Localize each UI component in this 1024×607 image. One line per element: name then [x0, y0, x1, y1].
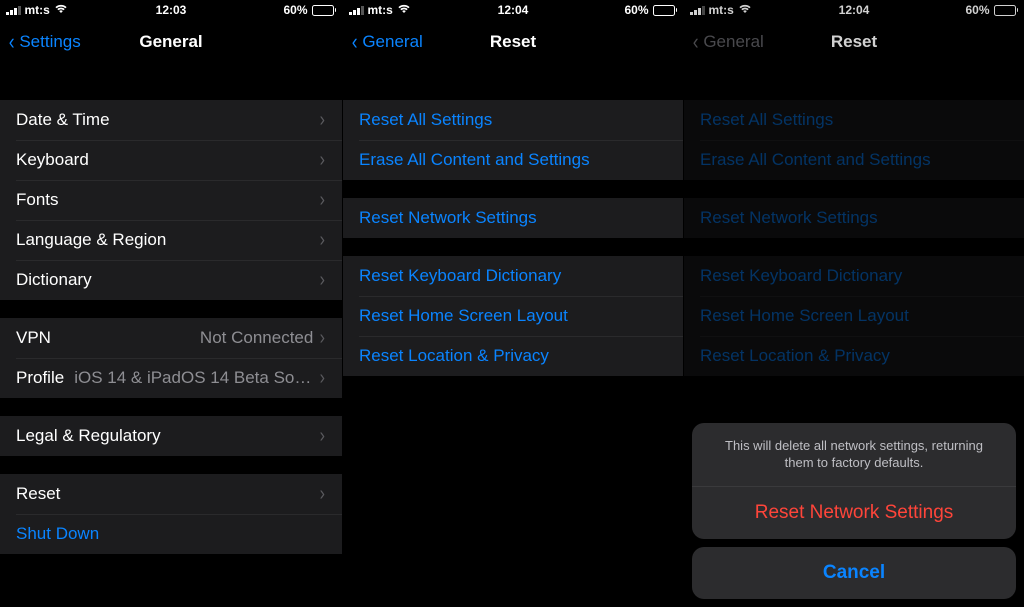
- row-label: Keyboard: [16, 150, 89, 170]
- nav-bar: ‹ General Reset: [343, 20, 683, 64]
- settings-row[interactable]: Profile iOS 14 & iPadOS 14 Beta Softwar..…: [0, 358, 342, 398]
- settings-group: Reset Keyboard Dictionary Reset Home Scre…: [343, 256, 683, 376]
- section-gap: [0, 64, 342, 100]
- settings-group: VPN Not Connected › Profile iOS 14 & iPadOS …: [0, 318, 342, 398]
- row-label: Language & Region: [16, 230, 166, 250]
- chevron-right-icon: ›: [320, 229, 325, 252]
- chevron-right-icon: ›: [320, 189, 325, 212]
- row-label: Reset Home Screen Layout: [359, 306, 568, 326]
- row-label: Date & Time: [16, 110, 110, 130]
- settings-row[interactable]: Legal & Regulatory ›: [0, 416, 342, 456]
- settings-group: Reset Network Settings: [343, 198, 683, 238]
- settings-row[interactable]: Language & Region ›: [0, 220, 342, 260]
- chevron-right-icon: ›: [320, 483, 325, 506]
- settings-group: Reset All Settings Erase All Content and …: [343, 100, 683, 180]
- battery-percent: 60%: [624, 3, 648, 17]
- chevron-right-icon: ›: [320, 367, 325, 390]
- chevron-right-icon: ›: [320, 327, 325, 350]
- sheet-dismiss-area[interactable]: [692, 8, 1016, 423]
- settings-row[interactable]: Reset Keyboard Dictionary: [343, 256, 683, 296]
- section-gap: [343, 238, 683, 256]
- settings-row[interactable]: Reset Location & Privacy: [343, 336, 683, 376]
- screen-general: mt:s 12:03 60% ‹ Settings General Date &…: [0, 0, 342, 607]
- carrier-label: mt:s: [368, 3, 393, 17]
- section-gap: [343, 64, 683, 100]
- settings-row[interactable]: Reset Home Screen Layout: [343, 296, 683, 336]
- chevron-left-icon: ‹: [9, 31, 15, 53]
- row-label: Shut Down: [16, 524, 99, 544]
- action-sheet-overlay[interactable]: This will delete all network settings, r…: [684, 0, 1024, 607]
- row-label: VPN: [16, 328, 51, 348]
- chevron-right-icon: ›: [320, 109, 325, 132]
- sheet-cancel-button[interactable]: Cancel: [692, 547, 1016, 599]
- row-label: Reset: [16, 484, 60, 504]
- settings-row[interactable]: Date & Time ›: [0, 100, 342, 140]
- battery-icon: [312, 5, 337, 16]
- back-label: Settings: [19, 32, 80, 52]
- status-bar: mt:s 12:04 60%: [343, 0, 683, 20]
- settings-row[interactable]: Fonts ›: [0, 180, 342, 220]
- settings-group: Reset › Shut Down: [0, 474, 342, 554]
- settings-row[interactable]: VPN Not Connected ›: [0, 318, 342, 358]
- battery-percent: 60%: [283, 3, 307, 17]
- carrier-label: mt:s: [25, 3, 50, 17]
- content-general: Date & Time›Keyboard›Fonts›Language & Re…: [0, 64, 342, 607]
- action-sheet: This will delete all network settings, r…: [692, 423, 1016, 539]
- section-gap: [0, 300, 342, 318]
- settings-row[interactable]: Reset All Settings: [343, 100, 683, 140]
- section-gap: [0, 456, 342, 474]
- settings-row[interactable]: Dictionary ›: [0, 260, 342, 300]
- chevron-left-icon: ‹: [352, 31, 358, 53]
- cellular-signal-icon: [6, 5, 21, 15]
- content-reset: Reset All Settings Erase All Content and …: [343, 64, 683, 607]
- row-label: Reset Keyboard Dictionary: [359, 266, 561, 286]
- row-value: Not Connected: [61, 328, 313, 348]
- status-bar: mt:s 12:03 60%: [0, 0, 342, 20]
- row-label: Reset All Settings: [359, 110, 492, 130]
- back-button[interactable]: ‹ Settings: [8, 31, 81, 53]
- screen-reset-sheet: mt:s 12:04 60% ‹ General Reset Reset All…: [683, 0, 1024, 607]
- chevron-right-icon: ›: [320, 269, 325, 292]
- row-label: Reset Network Settings: [359, 208, 537, 228]
- battery-icon: [653, 5, 678, 16]
- settings-row[interactable]: Shut Down: [0, 514, 342, 554]
- sheet-message: This will delete all network settings, r…: [692, 423, 1016, 486]
- settings-row[interactable]: Reset ›: [0, 474, 342, 514]
- section-gap: [343, 180, 683, 198]
- row-label: Fonts: [16, 190, 59, 210]
- back-button[interactable]: ‹ General: [351, 31, 423, 53]
- settings-row[interactable]: Erase All Content and Settings: [343, 140, 683, 180]
- chevron-right-icon: ›: [320, 425, 325, 448]
- wifi-icon: [397, 3, 411, 17]
- row-label: Profile: [16, 368, 64, 388]
- row-label: Legal & Regulatory: [16, 426, 161, 446]
- sheet-action-reset-network[interactable]: Reset Network Settings: [692, 486, 1016, 539]
- settings-group: Legal & Regulatory ›: [0, 416, 342, 456]
- row-label: Erase All Content and Settings: [359, 150, 590, 170]
- row-label: Dictionary: [16, 270, 92, 290]
- settings-row[interactable]: Reset Network Settings: [343, 198, 683, 238]
- cellular-signal-icon: [349, 5, 364, 15]
- wifi-icon: [54, 3, 68, 17]
- row-value: iOS 14 & iPadOS 14 Beta Softwar...: [74, 368, 313, 388]
- chevron-right-icon: ›: [320, 149, 325, 172]
- section-gap: [0, 398, 342, 416]
- settings-group: Date & Time›Keyboard›Fonts›Language & Re…: [0, 100, 342, 300]
- row-label: Reset Location & Privacy: [359, 346, 549, 366]
- nav-bar: ‹ Settings General: [0, 20, 342, 64]
- screen-reset: mt:s 12:04 60% ‹ General Reset Reset All…: [342, 0, 683, 607]
- back-label: General: [362, 32, 422, 52]
- settings-row[interactable]: Keyboard ›: [0, 140, 342, 180]
